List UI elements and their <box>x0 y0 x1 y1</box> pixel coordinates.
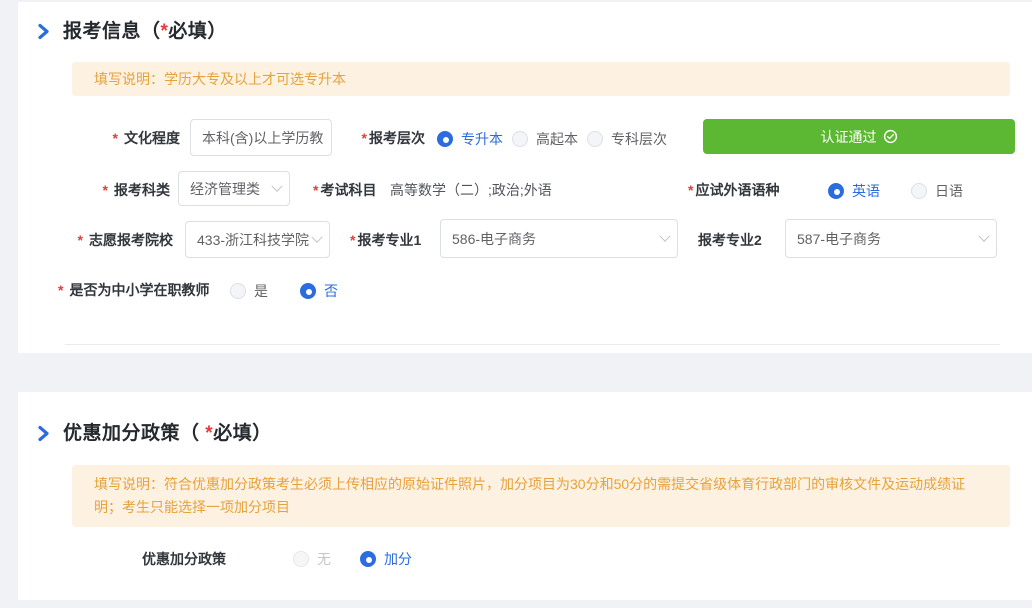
certification-passed-label: 认证通过 <box>821 127 877 147</box>
bonus-policy-card: 优惠加分政策（ *必填） 填写说明：符合优惠加分政策考生必须上传相应的原始证件照… <box>18 392 1032 600</box>
exam-registration-page: { "star": "*", "colors": { "accent_blue"… <box>0 0 1032 608</box>
section-divider <box>65 344 1000 345</box>
required-asterisk: * <box>688 182 693 198</box>
bonus-policy-label: 优惠加分政策 <box>142 550 226 568</box>
bonus-policy-radio-group: 无 加分 <box>293 549 412 569</box>
radio-bonus-extra[interactable]: 加分 <box>360 549 412 569</box>
radio-teacher-yes[interactable]: 是 <box>230 281 268 301</box>
required-asterisk: * <box>103 182 108 198</box>
foreign-language-radio-group: 英语 日语 <box>828 181 963 201</box>
radio-icon <box>230 283 246 299</box>
chevron-down-icon <box>271 180 282 191</box>
major2-label: 报考专业2 <box>698 231 762 249</box>
first-choice-college-select[interactable]: 433-浙江科技学院 <box>185 221 330 258</box>
required-asterisk: * <box>113 130 118 146</box>
radio-tier-gaoqiben[interactable]: 高起本 <box>512 129 578 149</box>
chevron-down-icon <box>311 231 322 242</box>
radio-tier-zhuanshengben[interactable]: 专升本 <box>437 129 503 149</box>
section-expand-chevron-right-icon[interactable] <box>37 425 50 442</box>
radio-language-japanese[interactable]: 日语 <box>911 181 963 201</box>
major1-value: 586-电子商务 <box>452 229 655 249</box>
certification-passed-button[interactable]: 认证通过 <box>703 119 1015 154</box>
subject-category-value: 经济管理类 <box>190 179 267 199</box>
exam-subjects-value: 高等数学（二）;政治;外语 <box>390 181 552 199</box>
radio-icon <box>828 183 844 199</box>
major2-value: 587-电子商务 <box>797 229 974 249</box>
first-choice-college-value: 433-浙江科技学院 <box>197 230 311 250</box>
required-asterisk: * <box>350 232 355 248</box>
is-teacher-radio-group: 是 否 <box>230 281 338 301</box>
exam-tier-label: *报考层次 <box>340 129 425 147</box>
radio-icon <box>512 131 528 147</box>
radio-teacher-no[interactable]: 否 <box>300 281 338 301</box>
major1-label: *报考专业1 <box>350 231 421 249</box>
fill-instruction-notice: 填写说明：学历大专及以上才可选专升本 <box>72 62 1010 96</box>
section-title-application-info: 报考信息（*必填） <box>63 16 227 43</box>
education-level-label: *文化程度 <box>18 129 180 147</box>
required-asterisk: * <box>313 182 318 198</box>
education-level-select[interactable]: 本科(含)以上学历教 <box>190 119 332 156</box>
required-asterisk: * <box>58 282 63 298</box>
exam-subjects-label: *考试科目 <box>313 181 376 199</box>
radio-icon <box>300 283 316 299</box>
is-teacher-label: *是否为中小学在职教师 <box>58 281 209 299</box>
radio-icon <box>293 551 309 567</box>
foreign-language-label: *应试外语语种 <box>688 181 779 199</box>
first-choice-college-label: *志愿报考院校 <box>18 231 173 249</box>
exam-tier-radio-group: 专升本 高起本 专科层次 <box>437 129 667 149</box>
major2-select[interactable]: 587-电子商务 <box>785 219 997 258</box>
radio-icon <box>437 131 453 147</box>
fill-instruction-notice: 填写说明：符合优惠加分政策考生必须上传相应的原始证件照片，加分项目为30分和50… <box>72 465 1010 527</box>
radio-icon <box>911 183 927 199</box>
major1-select[interactable]: 586-电子商务 <box>440 219 678 258</box>
chevron-down-icon <box>978 230 989 241</box>
section-title-bonus-policy: 优惠加分政策（ *必填） <box>63 418 272 445</box>
required-asterisk: * <box>205 423 213 444</box>
radio-bonus-none[interactable]: 无 <box>293 549 331 569</box>
education-level-value: 本科(含)以上学历教 <box>202 128 323 148</box>
check-circle-icon <box>883 129 898 144</box>
section-expand-chevron-right-icon[interactable] <box>37 23 50 40</box>
application-info-card: 报考信息（*必填） 填写说明：学历大专及以上才可选专升本 *文化程度 本科(含)… <box>18 2 1032 353</box>
radio-tier-zhuanke[interactable]: 专科层次 <box>587 129 667 149</box>
subject-category-select[interactable]: 经济管理类 <box>178 171 290 206</box>
subject-category-label: *报考科类 <box>18 181 170 199</box>
radio-icon <box>587 131 603 147</box>
required-asterisk: * <box>78 232 83 248</box>
chevron-down-icon <box>659 230 670 241</box>
required-asterisk: * <box>362 130 367 146</box>
radio-language-english[interactable]: 英语 <box>828 181 880 201</box>
radio-icon <box>360 551 376 567</box>
